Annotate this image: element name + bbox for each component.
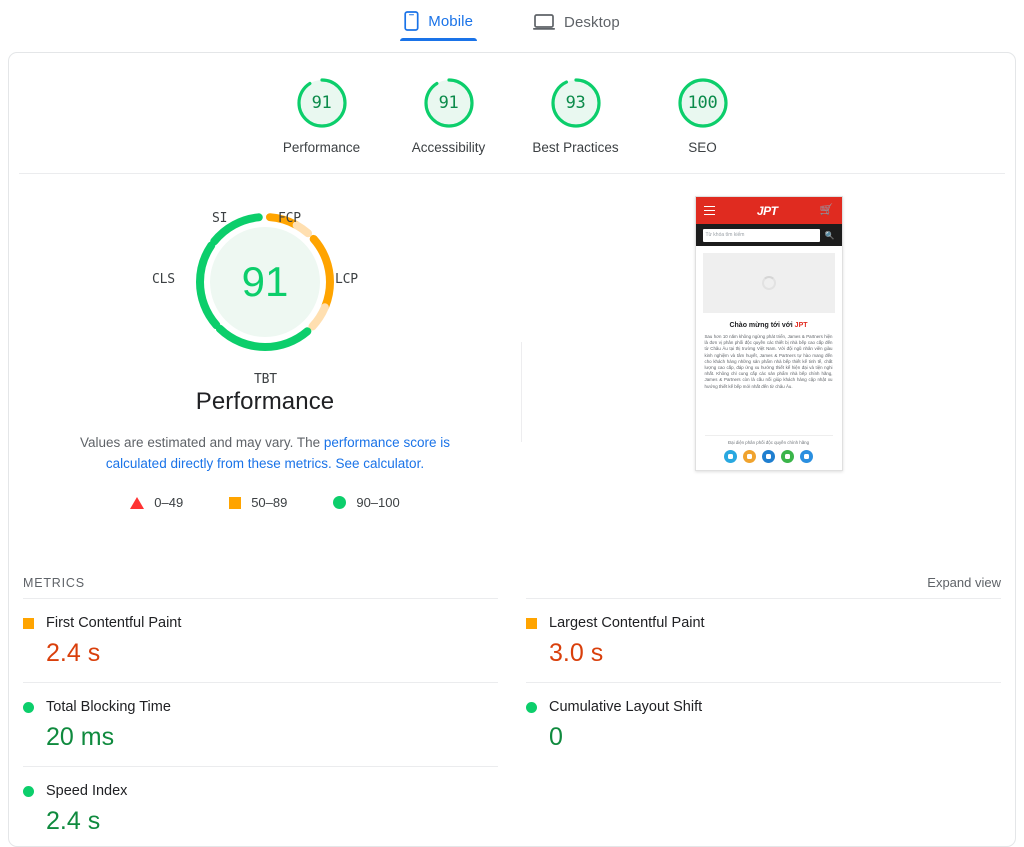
thumb-logo: JPT	[756, 203, 778, 218]
circle-icon	[333, 496, 347, 509]
metric-name: First Contentful Paint	[46, 615, 182, 631]
legend-item-good: 90–100	[333, 495, 400, 510]
thumb-heading: Chào mừng tới với JPT	[696, 322, 842, 329]
thumb-search-bar: Từ khóa tìm kiếm 🔍	[695, 224, 842, 246]
arc-label-tbt: TBT	[254, 372, 277, 387]
square-icon	[526, 617, 537, 629]
metric-value: 2.4 s	[46, 807, 101, 835]
metrics-header: METRICS Expand view	[9, 575, 1015, 590]
page-thumbnail: JPT 🛒 Từ khóa tìm kiếm 🔍 Chào mừng tới v…	[694, 196, 843, 471]
metrics-grid: First Contentful Paint 2.4 s Largest Con…	[9, 598, 1015, 846]
metric-row[interactable]: First Contentful Paint 2.4 s	[23, 598, 498, 682]
performance-gauge-panel: 91 SI FCP CLS LCP TBT Performance Values…	[9, 184, 521, 569]
arc-label-cls: CLS	[152, 272, 175, 287]
thumb-header: JPT 🛒	[695, 197, 842, 224]
category-label: Performance	[282, 140, 361, 155]
category-gauge-seo[interactable]: 100 SEO	[639, 77, 766, 155]
score-value: 100	[687, 93, 718, 113]
expand-view-button[interactable]: Expand view	[927, 575, 1001, 590]
estimate-note: Values are estimated and may vary. The p…	[50, 432, 480, 474]
metric-row[interactable]: Largest Contentful Paint 3.0 s	[526, 598, 1001, 682]
zalo-icon	[762, 450, 775, 463]
square-icon	[229, 496, 242, 509]
metric-row[interactable]: Speed Index 2.4 s	[23, 766, 498, 846]
thumb-hero-placeholder	[702, 253, 835, 313]
messenger-icon	[800, 450, 813, 463]
metric-row[interactable]: Cumulative Layout Shift 0	[526, 682, 1001, 766]
thumb-heading-brand: JPT	[794, 322, 808, 329]
metric-donut: 91 SI FCP CLS LCP TBT	[150, 202, 380, 392]
note-text: Values are estimated and may vary. The	[80, 435, 324, 450]
tab-mobile-label: Mobile	[428, 12, 474, 30]
metrics-title: METRICS	[23, 575, 85, 590]
category-label: Accessibility	[411, 140, 486, 155]
category-gauge-accessibility[interactable]: 91 Accessibility	[385, 77, 512, 155]
metric-value: 2.4 s	[46, 639, 101, 667]
search-icon: 🔍	[824, 230, 835, 240]
square-icon	[23, 617, 34, 629]
metric-name: Speed Index	[46, 783, 128, 799]
see-calculator-link[interactable]: See calculator.	[336, 456, 425, 471]
category-label: Best Practices	[532, 140, 619, 155]
loading-spinner-icon	[761, 276, 776, 290]
final-screenshot-panel: JPT 🛒 Từ khóa tìm kiếm 🔍 Chào mừng tới v…	[522, 184, 1015, 569]
laptop-icon	[533, 13, 556, 31]
arc-label-lcp: LCP	[335, 272, 358, 287]
score-ring: 91	[423, 77, 475, 129]
metric-name: Total Blocking Time	[46, 699, 171, 715]
platform-tabs: Mobile Desktop	[0, 0, 1024, 41]
circle-icon	[23, 701, 34, 713]
score-value: 91	[438, 93, 459, 113]
tab-desktop[interactable]: Desktop	[529, 13, 624, 40]
metric-value: 20 ms	[46, 723, 115, 751]
message-icon	[743, 450, 756, 463]
score-ring: 93	[550, 77, 602, 129]
legend-item-average: 50–89	[229, 495, 287, 510]
thumb-search-input: Từ khóa tìm kiếm	[702, 228, 820, 242]
metric-name: Largest Contentful Paint	[549, 615, 705, 631]
thumb-footer-text: Đại diện phân phối độc quyền chính hãng	[704, 435, 833, 445]
legend-range: 90–100	[356, 495, 400, 510]
legend-range: 0–49	[154, 495, 184, 510]
category-score-row: 91 Performance 91 Accessibility 93 Best …	[19, 53, 1005, 174]
category-label: SEO	[688, 140, 717, 155]
phone-icon	[404, 11, 419, 31]
score-ring: 91	[296, 77, 348, 129]
tab-desktop-label: Desktop	[564, 13, 620, 31]
location-pin-icon	[724, 450, 737, 463]
phone-call-icon	[781, 450, 794, 463]
score-ring: 100	[677, 77, 729, 129]
performance-title: Performance	[195, 388, 335, 415]
metric-name: Cumulative Layout Shift	[549, 699, 703, 715]
legend-range: 50–89	[251, 495, 288, 510]
score-legend: 0–49 50–89 90–100	[130, 495, 400, 510]
thumb-social-row	[696, 445, 842, 470]
thumb-body-text: Sau hơn 10 năm không ngừng phát triển, J…	[704, 334, 833, 389]
circle-icon	[23, 785, 34, 797]
performance-section: 91 SI FCP CLS LCP TBT Performance Values…	[9, 174, 1015, 569]
category-gauge-performance[interactable]: 91 Performance	[258, 77, 385, 155]
tab-mobile[interactable]: Mobile	[400, 11, 477, 41]
score-value: 93	[565, 93, 586, 113]
metric-row[interactable]: Total Blocking Time 20 ms	[23, 682, 498, 766]
circle-icon	[526, 701, 537, 713]
arc-label-si: SI	[212, 211, 228, 226]
score-value: 91	[311, 93, 332, 113]
arc-label-fcp: FCP	[278, 211, 301, 226]
metric-value: 3.0 s	[549, 639, 604, 667]
triangle-icon	[130, 496, 145, 509]
report-card: 91 Performance 91 Accessibility 93 Best …	[8, 52, 1016, 847]
metric-row-empty	[526, 766, 1001, 846]
legend-item-poor: 0–49	[130, 495, 183, 510]
metric-value: 0	[549, 723, 563, 751]
cart-icon: 🛒	[819, 204, 834, 216]
thumb-heading-text: Chào mừng tới với	[729, 322, 795, 329]
category-gauge-best-practices[interactable]: 93 Best Practices	[512, 77, 639, 155]
hamburger-menu-icon	[703, 205, 715, 216]
